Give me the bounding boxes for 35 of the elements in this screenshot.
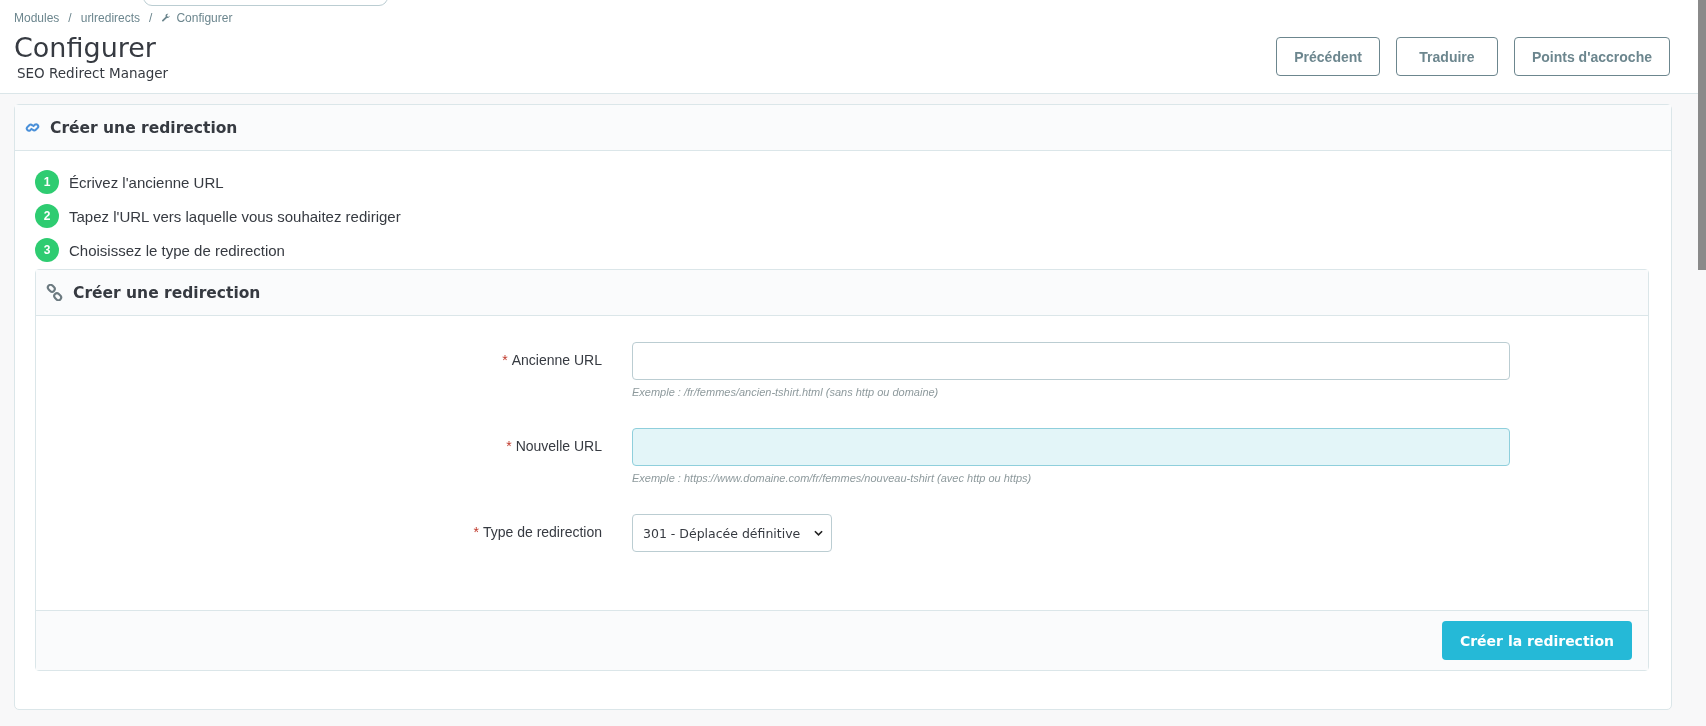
required-asterisk: * — [502, 352, 508, 368]
panel-title: Créer une redirection — [50, 118, 238, 137]
field-label: Nouvelle URL — [515, 438, 602, 454]
required-asterisk: * — [473, 524, 479, 540]
toolbar-button[interactable]: Traduire — [1395, 37, 1498, 76]
step-text: Tapez l'URL vers laquelle vous souhaitez rediriger — [69, 207, 401, 225]
redirect-type-dropdown[interactable]: 301 - Déplacée définitive — [632, 514, 832, 552]
field-help-text: Exemple : /fr/femmes/ancien-tshirt.html (sans http ou domaine) — [632, 386, 940, 398]
step-text: Écrivez l'ancienne URL — [69, 173, 224, 191]
form-title: Créer une redirection — [73, 283, 261, 302]
url-input-field[interactable] — [632, 342, 1510, 380]
page-title: Configurer — [14, 31, 157, 65]
wrench-icon — [161, 13, 172, 23]
step-text: Choisissez le type de redirection — [69, 241, 285, 259]
toolbar-button[interactable]: Points d'accroche — [1513, 37, 1670, 76]
step-number-badge: 2 — [35, 204, 59, 228]
chain-icon — [46, 284, 63, 301]
toolbar-button[interactable]: Précédent — [1276, 37, 1380, 76]
field-label: Ancienne URL — [511, 352, 602, 368]
breadcrumb-separator: / — [149, 11, 153, 25]
step-number-badge: 3 — [35, 238, 59, 262]
breadcrumb-link[interactable]: urlredirects — [80, 11, 141, 25]
breadcrumb-link[interactable]: Modules — [14, 11, 60, 25]
create-redirect-button[interactable]: Créer la redirection — [1441, 621, 1632, 660]
scrollbar-thumb[interactable] — [1698, 0, 1706, 270]
link-icon — [25, 120, 40, 135]
required-asterisk: * — [506, 438, 512, 454]
field-help-text: Exemple : https://www.domaine.com/fr/femmes/nouveau-tshirt (avec http ou https) — [632, 472, 1033, 484]
breadcrumb-current: Configurer — [176, 11, 233, 25]
field-label: Type de redirection — [482, 524, 602, 540]
step-number-badge: 1 — [35, 170, 59, 194]
page-subtitle: SEO Redirect Manager — [17, 65, 169, 81]
breadcrumb-separator: / — [68, 11, 72, 25]
chevron-down-icon — [814, 530, 823, 536]
url-input-field[interactable] — [632, 428, 1510, 466]
